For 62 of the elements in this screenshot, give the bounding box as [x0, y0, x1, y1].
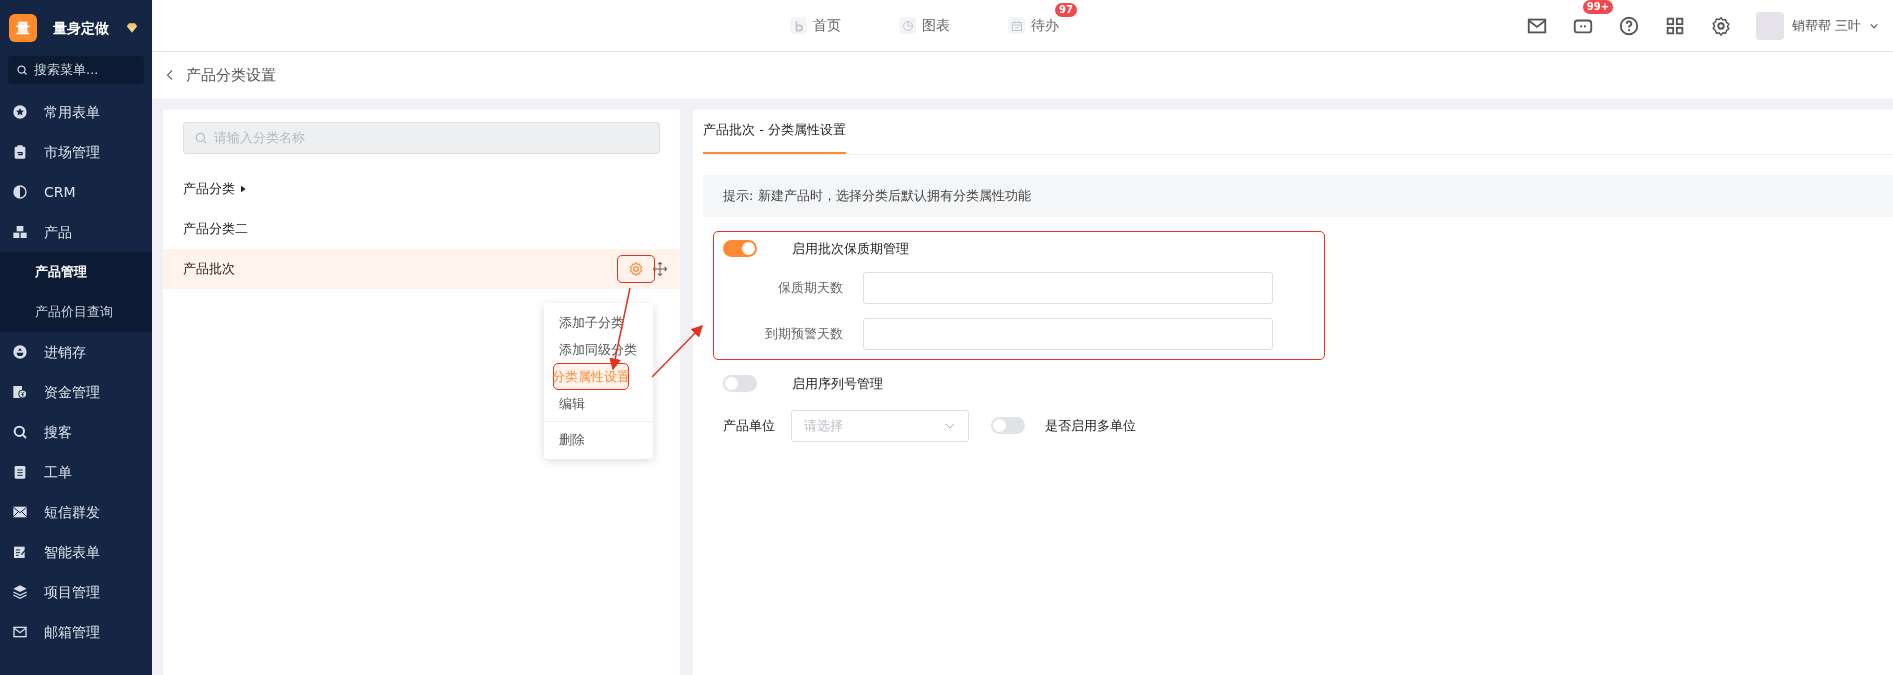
move-icon[interactable]: [652, 261, 668, 277]
input-field[interactable]: [863, 272, 1273, 304]
user-name[interactable]: 销帮帮 三叶: [1791, 15, 1861, 36]
menu-item[interactable]: 删除: [544, 426, 653, 453]
top-nav-link[interactable]: 首页: [790, 15, 841, 36]
layers-icon: [12, 584, 28, 600]
form-edit-icon: [12, 544, 28, 560]
category-row[interactable]: 产品分类: [163, 169, 680, 209]
search-icon: [194, 131, 208, 145]
pie-chart-icon: [901, 19, 914, 32]
top-nav-link[interactable]: 待办: [1008, 15, 1059, 36]
annotation-arrow: [651, 324, 704, 378]
mail-icon: [12, 624, 28, 640]
settings-icon[interactable]: [1709, 14, 1732, 37]
sidebar-item[interactable]: 邮箱管理: [0, 612, 152, 652]
calendar-check-icon: [1010, 19, 1023, 32]
logo: 量: [9, 14, 37, 42]
sidebar-item[interactable]: 常用表单: [0, 92, 152, 132]
count-badge: 99+: [1582, 0, 1614, 14]
highlight-frame: [617, 255, 655, 283]
page-title: 产品分类设置: [186, 64, 276, 86]
sidebar-item[interactable]: 项目管理: [0, 572, 152, 612]
toggle-label: 启用批次保质期管理: [792, 239, 909, 258]
sidebar-subitem[interactable]: 产品价目查询: [0, 292, 152, 332]
tab[interactable]: 产品批次 - 分类属性设置: [703, 110, 846, 154]
sidebar-item[interactable]: CRM: [0, 172, 152, 212]
toggle-label: 启用序列号管理: [792, 375, 883, 393]
brand-name: 量身定做: [53, 18, 109, 38]
sidebar-item[interactable]: 市场管理: [0, 132, 152, 172]
sidebar-item[interactable]: 智能表单: [0, 532, 152, 572]
hint-text: 提示: 新建产品时，选择分类后默认拥有分类属性功能: [703, 174, 1893, 217]
sidebar-item[interactable]: 短信群发: [0, 492, 152, 532]
search-icon: [12, 424, 28, 440]
help-icon[interactable]: [1617, 14, 1640, 37]
toggle-switch[interactable]: [723, 239, 757, 257]
sidebar-item[interactable]: 工单: [0, 452, 152, 492]
category-row[interactable]: 产品批次: [163, 249, 680, 289]
toggle-label: 是否启用多单位: [1045, 416, 1136, 435]
clipboard-list-icon: [12, 464, 28, 480]
category-row[interactable]: 产品分类二: [163, 209, 680, 249]
envelope-icon: [12, 504, 28, 520]
count-badge: 97: [1055, 3, 1077, 17]
field-label: 到期预警天数: [764, 325, 844, 344]
top-nav-link[interactable]: 图表: [899, 15, 950, 36]
sidebar-subitem[interactable]: 产品管理: [0, 252, 152, 292]
field-label: 保质期天数: [777, 279, 844, 298]
pie-chart-icon: [12, 184, 28, 200]
yuan-document-icon: [12, 384, 28, 400]
menu-search-field[interactable]: 搜索菜单...: [8, 56, 144, 84]
toggle-switch[interactable]: [723, 375, 757, 393]
search-icon: [16, 64, 28, 76]
clipboard-icon: [12, 144, 28, 160]
toggle-switch[interactable]: [991, 417, 1025, 434]
sidebar-item[interactable]: 资金管理: [0, 372, 152, 412]
sidebar-item[interactable]: 产品: [0, 212, 152, 252]
input-field[interactable]: [863, 318, 1273, 350]
sidebar-item[interactable]: 搜客: [0, 412, 152, 452]
field-label: 产品单位: [723, 416, 775, 435]
diamond-icon: [125, 21, 139, 35]
sidebar-item[interactable]: 进销存: [0, 332, 152, 372]
boxes-icon: [12, 224, 28, 240]
menu-item[interactable]: 编辑: [544, 390, 653, 417]
